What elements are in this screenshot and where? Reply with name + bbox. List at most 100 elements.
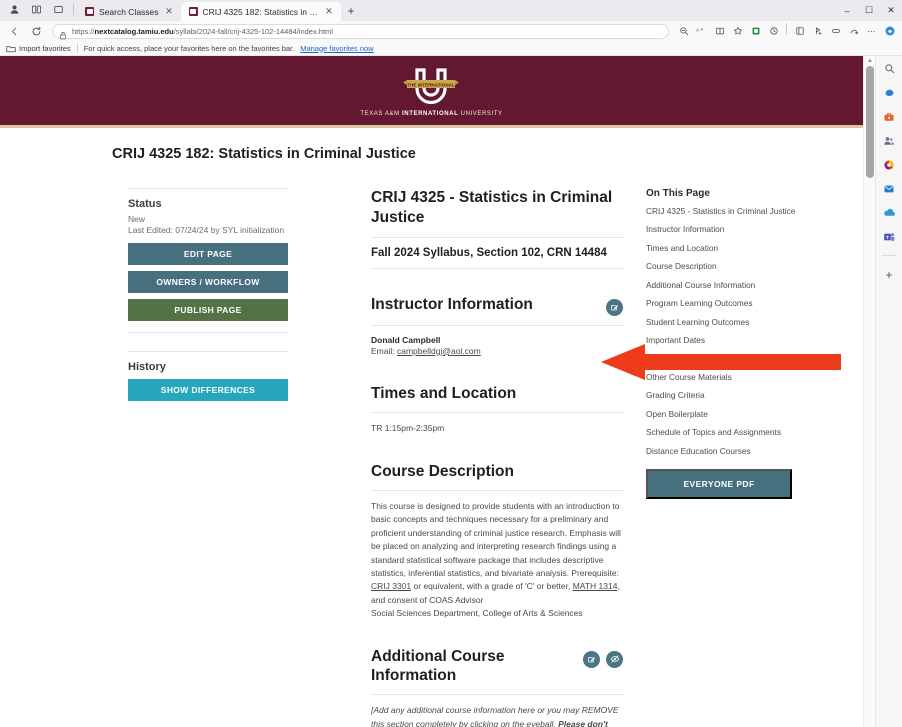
on-this-page-title: On This Page (646, 188, 710, 199)
otp-link-student-learning-outcomes[interactable]: Student Learning Outcomes (646, 317, 816, 328)
otp-link-program-learning-outcomes[interactable]: Program Learning Outcomes (646, 298, 816, 309)
split-screen-icon[interactable] (48, 1, 69, 19)
split-screen-icon[interactable] (711, 23, 728, 39)
read-aloud-icon[interactable]: AA (693, 23, 710, 39)
tab-strip: Search Classes ✕ CRIJ 4325 182: Statisti… (77, 0, 362, 21)
section-heading: Additional Course Information (371, 647, 505, 684)
logo-banner-text: THE INTERNATIONAL (408, 82, 456, 87)
extension-icon[interactable] (747, 23, 764, 39)
otp-link-additional-course-information[interactable]: Additional Course Information (646, 280, 816, 291)
owners-workflow-button[interactable]: OWNERS / WORKFLOW (128, 270, 288, 293)
add-favorite-icon[interactable] (809, 23, 826, 39)
navbar-divider (786, 23, 787, 35)
collections-icon[interactable] (791, 23, 808, 39)
site-lock-icon[interactable] (59, 27, 67, 39)
otp-link-distance-education-courses[interactable]: Distance Education Courses (646, 446, 816, 457)
everyone-pdf-button[interactable]: EVERYONE PDF (646, 469, 792, 500)
page-scrollbar[interactable]: ▲ (863, 56, 875, 727)
hide-eye-icon[interactable] (606, 650, 623, 668)
browser-viewport: THE INTERNATIONAL TEXAS A&M INTERNATIONA… (0, 56, 902, 727)
course-department-line: Social Sciences Department, College of A… (371, 608, 583, 619)
outlook-icon[interactable] (881, 180, 898, 197)
maximize-button[interactable]: ☐ (858, 0, 880, 21)
otp-link-textbooks[interactable]: Textbooks (646, 354, 816, 365)
close-window-button[interactable]: ✕ (880, 0, 902, 21)
navbar-right-icons: AA ⋯ (675, 23, 898, 39)
otp-link-open-boilerplate[interactable]: Open Boilerplate (646, 409, 816, 420)
teams-icon[interactable]: T (881, 228, 898, 245)
otp-link-course[interactable]: CRIJ 4325 - Statistics in Criminal Justi… (646, 206, 816, 217)
favorite-star-icon[interactable] (729, 23, 746, 39)
otp-link-schedule-of-topics[interactable]: Schedule of Topics and Assignments (646, 427, 816, 438)
section-heading: Instructor Information (371, 295, 533, 313)
description-text-2: or equivalent, with a grade of 'C' or be… (411, 581, 573, 592)
copilot-icon[interactable] (881, 84, 898, 101)
people-icon[interactable] (881, 132, 898, 149)
prereq-crij-link[interactable]: CRIJ 3301 (371, 581, 411, 591)
section-additional-course-information: Additional Course Information [Add any a… (371, 647, 623, 727)
otp-link-other-course-materials[interactable]: Other Course Materials (646, 372, 816, 383)
scrollbar-thumb[interactable] (866, 66, 874, 178)
status-state: New (128, 214, 146, 224)
tab-title: Search Classes (99, 6, 159, 17)
divider (371, 267, 623, 269)
onedrive-icon[interactable] (881, 204, 898, 221)
favorites-hint: For quick access, place your favorites h… (83, 43, 295, 53)
status-last-edited: Last Edited: 07/24/24 by SYL initializat… (128, 225, 285, 236)
times-and-location-body: TR 1:15pm-2:35pm (371, 423, 445, 434)
scrollbar-up-arrow[interactable]: ▲ (867, 58, 873, 64)
note-bold: Please don't (558, 718, 608, 727)
otp-link-instructor-information[interactable]: Instructor Information (646, 224, 816, 235)
manage-favorites-link[interactable]: Manage favorites now (300, 44, 373, 53)
tools-icon[interactable] (881, 108, 898, 125)
prereq-math-link[interactable]: MATH 1314 (573, 581, 618, 591)
zoom-out-icon[interactable] (675, 23, 692, 39)
otp-link-course-description[interactable]: Course Description (646, 261, 816, 272)
favorites-divider (76, 43, 78, 53)
show-differences-button[interactable]: SHOW DIFFERENCES (128, 378, 288, 401)
search-icon[interactable] (881, 60, 898, 77)
performance-icon[interactable] (845, 23, 862, 39)
import-favorites-button[interactable]: Import favorites (6, 44, 71, 53)
address-bar[interactable]: https://nextcatalog.tamiu.edu/syllabi/20… (52, 23, 669, 39)
email-label: Email: (371, 345, 397, 356)
browser-tab-1[interactable]: Search Classes ✕ (77, 2, 181, 21)
reload-icon[interactable] (26, 23, 46, 39)
section-actions (606, 295, 623, 316)
otp-link-grading-criteria[interactable]: Grading Criteria (646, 390, 816, 401)
divider (371, 236, 623, 238)
browser-tab-2[interactable]: CRIJ 4325 182: Statistics in Crim ✕ (180, 2, 341, 21)
history-icon[interactable] (765, 23, 782, 39)
page-content: Status New Last Edited: 07/24/24 by SYL … (0, 162, 863, 727)
tab-close-icon[interactable]: ✕ (324, 6, 335, 17)
office-icon[interactable] (881, 156, 898, 173)
syllabus-main: CRIJ 4325 - Statistics in Criminal Justi… (371, 188, 623, 727)
import-favorites-label: Import favorites (19, 43, 71, 53)
description-text-1: This course is designed to provide stude… (371, 500, 621, 579)
profile-icon[interactable] (4, 1, 25, 19)
svg-text:A: A (700, 27, 703, 31)
course-description-body: This course is designed to provide stude… (371, 500, 623, 607)
window-controls: – ☐ ✕ (836, 0, 902, 21)
workspaces-icon[interactable] (26, 1, 47, 19)
instructor-email-link[interactable]: campbelldgj@aol.com (397, 346, 481, 356)
section-header: Additional Course Information (371, 647, 623, 685)
copilot-icon[interactable] (881, 23, 898, 39)
edit-page-button[interactable]: EDIT PAGE (128, 242, 288, 265)
browser-window: Search Classes ✕ CRIJ 4325 182: Statisti… (0, 0, 902, 727)
publish-page-button[interactable]: PUBLISH PAGE (128, 298, 288, 321)
back-arrow-icon[interactable] (4, 23, 24, 39)
syllabus-subheading: Fall 2024 Syllabus, Section 102, CRN 144… (371, 246, 607, 259)
status-panel: Status New Last Edited: 07/24/24 by SYL … (128, 188, 288, 333)
browser-essentials-icon[interactable] (827, 23, 844, 39)
history-panel-title: History (128, 360, 166, 373)
edit-icon[interactable] (583, 650, 600, 668)
otp-link-times-and-location[interactable]: Times and Location (646, 243, 816, 254)
new-tab-button[interactable]: + (341, 4, 362, 21)
edit-icon[interactable] (606, 298, 623, 316)
minimize-button[interactable]: – (836, 0, 858, 21)
tab-close-icon[interactable]: ✕ (164, 6, 175, 17)
otp-link-important-dates[interactable]: Important Dates (646, 335, 816, 346)
more-menu-icon[interactable]: ⋯ (863, 23, 880, 39)
add-app-button[interactable]: + (881, 266, 898, 283)
